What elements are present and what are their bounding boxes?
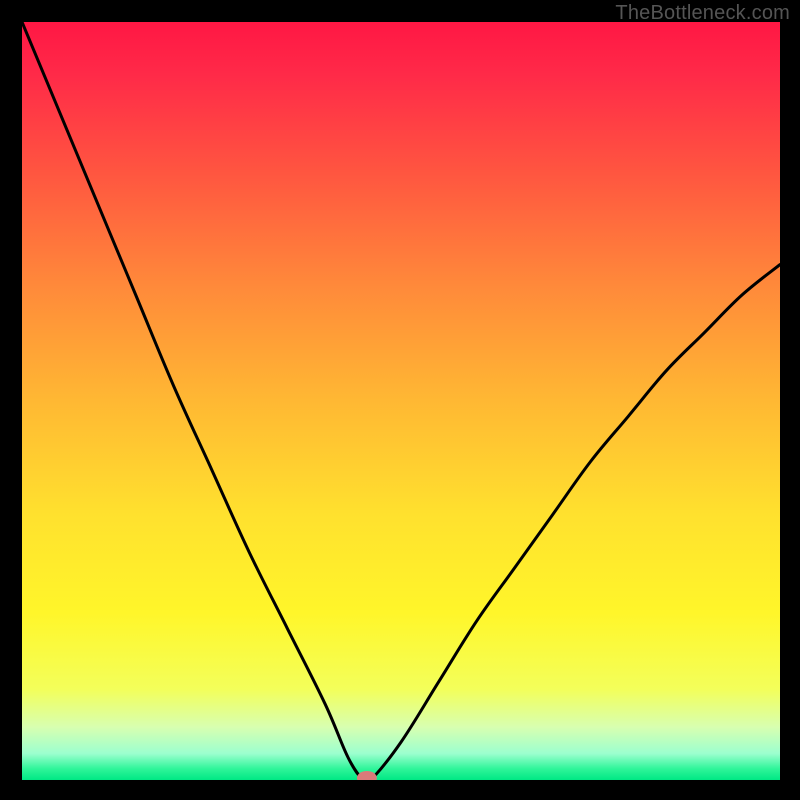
watermark-text: TheBottleneck.com xyxy=(615,2,790,25)
chart-svg xyxy=(22,22,780,780)
chart-frame: TheBottleneck.com xyxy=(0,0,800,800)
gradient-background xyxy=(22,22,780,780)
plot-area xyxy=(22,22,780,780)
